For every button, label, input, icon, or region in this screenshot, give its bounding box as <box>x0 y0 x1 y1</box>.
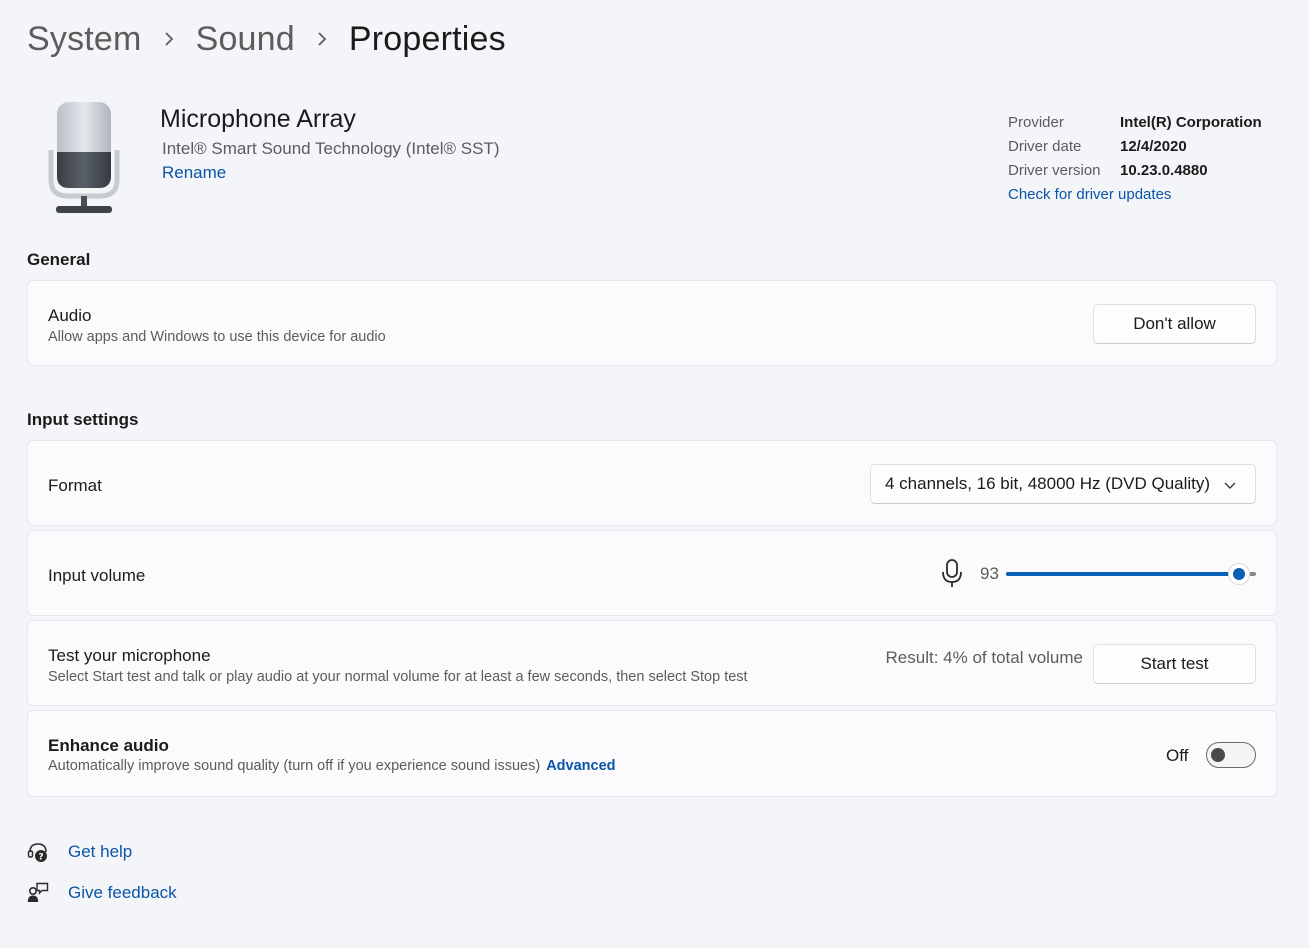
start-test-button[interactable]: Start test <box>1093 644 1256 684</box>
provider-value: Intel(R) Corporation <box>1120 113 1262 131</box>
chevron-down-icon <box>1224 482 1236 489</box>
microphone-icon[interactable] <box>940 559 964 589</box>
dont-allow-button[interactable]: Don't allow <box>1093 304 1256 344</box>
test-microphone-subtitle: Select Start test and talk or play audio… <box>48 669 748 685</box>
audio-title: Audio <box>48 306 92 325</box>
input-volume-slider-fill <box>1006 572 1239 576</box>
microphone-device-icon <box>48 100 120 216</box>
enhance-audio-toggle[interactable] <box>1206 742 1256 768</box>
format-dropdown[interactable]: 4 channels, 16 bit, 48000 Hz (DVD Qualit… <box>870 464 1256 504</box>
give-feedback-label: Give feedback <box>68 883 177 902</box>
driver-version-row: Driver version 10.23.0.4880 <box>1008 158 1262 182</box>
chevron-right-icon <box>295 32 349 46</box>
properties-page: System Sound Properties Microphone Array… <box>0 0 1309 948</box>
chevron-right-icon <box>142 32 196 46</box>
format-card: Format 4 channels, 16 bit, 48000 Hz (DVD… <box>27 440 1277 526</box>
enhance-audio-card: Enhance audio Automatically improve soun… <box>27 710 1277 797</box>
breadcrumb: System Sound Properties <box>27 16 506 62</box>
driver-date-value: 12/4/2020 <box>1120 137 1187 155</box>
device-description: Intel® Smart Sound Technology (Intel® SS… <box>162 139 500 158</box>
format-selected-value: 4 channels, 16 bit, 48000 Hz (DVD Qualit… <box>885 474 1211 493</box>
get-help-label: Get help <box>68 842 133 861</box>
enhance-audio-description: Automatically improve sound quality (tur… <box>48 758 541 774</box>
enhance-audio-subtitle: Automatically improve sound quality (tur… <box>48 758 616 774</box>
enhance-audio-title: Enhance audio <box>48 736 169 755</box>
driver-version-value: 10.23.0.4880 <box>1120 161 1208 179</box>
help-icon: ? <box>27 843 47 863</box>
device-name: Microphone Array <box>160 105 356 133</box>
driver-provider-row: Provider Intel(R) Corporation <box>1008 110 1262 134</box>
general-section-title: General <box>27 250 91 269</box>
driver-version-label: Driver version <box>1008 161 1101 179</box>
provider-label: Provider <box>1008 113 1064 131</box>
breadcrumb-properties: Properties <box>348 19 506 58</box>
format-title: Format <box>48 476 102 495</box>
input-volume-title: Input volume <box>48 566 146 585</box>
advanced-link[interactable]: Advanced <box>546 758 615 774</box>
svg-text:?: ? <box>38 853 43 863</box>
rename-link[interactable]: Rename <box>162 163 226 183</box>
check-driver-updates-link[interactable]: Check for driver updates <box>1008 182 1262 206</box>
driver-date-row: Driver date 12/4/2020 <box>1008 134 1262 158</box>
enhance-audio-toggle-label: Off <box>1166 746 1189 765</box>
breadcrumb-system[interactable]: System <box>27 20 142 59</box>
breadcrumb-sound[interactable]: Sound <box>196 20 295 59</box>
test-result-text: Result: 4% of total volume <box>885 648 1083 667</box>
input-volume-slider-thumb[interactable] <box>1227 563 1250 585</box>
audio-subtitle: Allow apps and Windows to use this devic… <box>48 329 386 345</box>
get-help-link[interactable]: ? Get help <box>27 839 132 865</box>
audio-card: Audio Allow apps and Windows to use this… <box>27 280 1277 366</box>
input-volume-slider[interactable] <box>1006 563 1256 585</box>
test-microphone-card: Test your microphone Select Start test a… <box>27 620 1277 706</box>
test-microphone-title: Test your microphone <box>48 646 211 665</box>
feedback-icon <box>27 882 49 902</box>
input-volume-card: Input volume 93 <box>27 530 1277 616</box>
give-feedback-link[interactable]: Give feedback <box>27 880 177 906</box>
driver-date-label: Driver date <box>1008 137 1082 155</box>
input-settings-section-title: Input settings <box>27 410 139 429</box>
input-volume-value: 93 <box>980 564 999 583</box>
driver-info: Provider Intel(R) Corporation Driver dat… <box>1008 110 1262 206</box>
toggle-knob <box>1211 748 1225 762</box>
